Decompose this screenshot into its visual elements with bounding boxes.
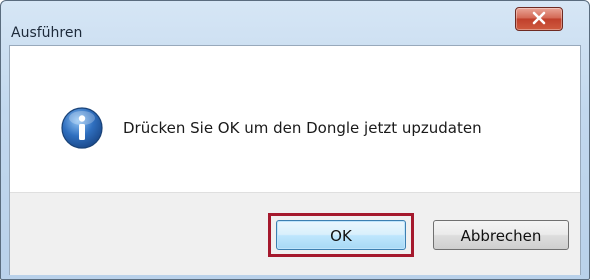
button-bar: OK Abbrechen [10, 192, 580, 275]
close-x-icon [532, 11, 546, 25]
close-button[interactable] [515, 7, 563, 31]
window-title: Ausführen [11, 25, 83, 41]
info-icon [61, 107, 103, 149]
message-area: Drücken Sie OK um den Dongle jetzt upzud… [10, 46, 580, 192]
cancel-button[interactable]: Abbrechen [433, 220, 569, 250]
message-text: Drücken Sie OK um den Dongle jetzt upzud… [123, 119, 482, 137]
ok-button[interactable]: OK [276, 220, 406, 250]
dialog-body: Drücken Sie OK um den Dongle jetzt upzud… [9, 45, 581, 275]
title-bar: Ausführen [1, 1, 589, 41]
dialog-window: Ausführen Drücken Sie OK um den Dongle j… [0, 0, 590, 280]
